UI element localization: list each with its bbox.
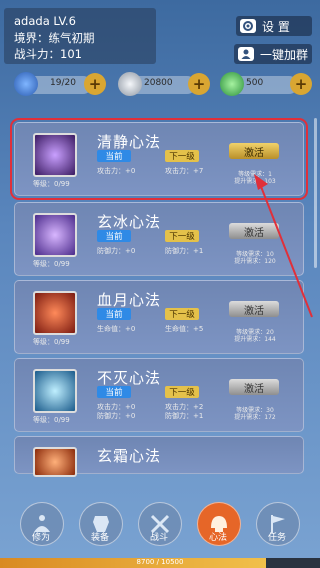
player-name-level: adada LV.6 xyxy=(14,14,76,28)
current-stat-2: 防御力：+0 xyxy=(97,412,136,420)
bumie-skill-icon xyxy=(33,369,77,413)
next-tag: 下一级 xyxy=(165,308,199,320)
player-info-panel: adada LV.6 境界：练气初期 战斗力：101 xyxy=(4,8,156,64)
nav-label: 装备 xyxy=(90,533,109,543)
activate-button[interactable]: 激活 xyxy=(229,143,279,159)
nav-label: 修为 xyxy=(31,533,50,543)
stamina-bar: 19/20 + xyxy=(14,72,106,96)
silver-coin-icon xyxy=(118,72,142,96)
xueyue-skill-icon xyxy=(33,291,77,335)
silver-bar: 20800 + xyxy=(118,72,210,96)
experience-text: 8700 / 10500 xyxy=(136,558,184,566)
add-stamina-button[interactable]: + xyxy=(84,73,106,95)
next-stat-2: 防御力：+1 xyxy=(165,412,204,420)
jade-icon xyxy=(220,72,244,96)
next-tag: 下一级 xyxy=(165,386,199,398)
settings-label: 设 置 xyxy=(262,19,290,34)
current-stat: 防御力：+0 xyxy=(97,247,136,255)
silver-value: 20800 xyxy=(144,78,173,88)
next-stat: 攻击力：+7 xyxy=(165,167,204,175)
join-group-button[interactable]: 一键加群 xyxy=(234,44,312,64)
xuanbing-skill-icon xyxy=(33,213,77,257)
skill-title: 清静心法 xyxy=(97,133,162,151)
next-stat: 防御力：+1 xyxy=(165,247,204,255)
experience-bar: 8700 / 10500 xyxy=(0,558,320,568)
skill-title: 玄冰心法 xyxy=(97,213,162,231)
skill-level: 等级：0/99 xyxy=(33,180,70,188)
add-silver-button[interactable]: + xyxy=(188,73,210,95)
current-stat: 攻击力：+0 xyxy=(97,167,136,175)
gear-icon xyxy=(240,19,256,33)
skill-level: 等级：0/99 xyxy=(33,416,70,424)
join-group-label: 一键加群 xyxy=(260,47,309,62)
current-tag: 当前 xyxy=(97,386,131,398)
current-stat: 生命值：+0 xyxy=(97,325,136,333)
add-jade-button[interactable]: + xyxy=(290,73,312,95)
stamina-icon xyxy=(14,72,38,96)
current-tag: 当前 xyxy=(97,308,131,320)
nav-label: 任务 xyxy=(267,533,286,543)
current-tag: 当前 xyxy=(97,230,131,242)
skill-card-bumie[interactable]: 不灭心法 当前 下一级 攻击力：+0 攻击力：+2 防御力：+0 防御力：+1 … xyxy=(14,358,304,432)
nav-label: 心法 xyxy=(208,533,227,543)
upgrade-requirement: 提升需求：144 xyxy=(234,336,276,343)
skill-title: 玄霜心法 xyxy=(97,447,162,465)
nav-label: 战斗 xyxy=(149,533,168,543)
skill-title: 不灭心法 xyxy=(97,369,162,387)
next-stat: 生命值：+5 xyxy=(165,325,204,333)
bottom-nav: 修为 装备 战斗 心法 任务 xyxy=(0,502,320,554)
person-icon xyxy=(238,47,254,61)
upgrade-requirement: 提升需求：172 xyxy=(234,414,276,421)
skill-level: 等级：0/99 xyxy=(33,338,70,346)
qingjing-skill-icon xyxy=(33,133,77,177)
settings-button[interactable]: 设 置 xyxy=(236,16,312,36)
player-power: 战斗力：101 xyxy=(14,47,82,61)
jade-value: 500 xyxy=(246,78,264,88)
next-tag: 下一级 xyxy=(165,230,199,242)
current-tag: 当前 xyxy=(97,150,131,162)
skill-title: 血月心法 xyxy=(97,291,162,309)
stamina-value: 19/20 xyxy=(50,78,76,88)
guide-arrow-icon xyxy=(254,174,313,318)
activate-button[interactable]: 激活 xyxy=(229,379,279,395)
xuanshuang-skill-icon xyxy=(33,447,77,477)
jade-bar: 500 + xyxy=(220,72,312,96)
skill-card-xuanshuang[interactable]: 玄霜心法 xyxy=(14,436,304,477)
skill-level: 等级：0/99 xyxy=(33,260,70,268)
next-tag: 下一级 xyxy=(165,150,199,162)
player-realm: 境界：练气初期 xyxy=(14,31,95,45)
